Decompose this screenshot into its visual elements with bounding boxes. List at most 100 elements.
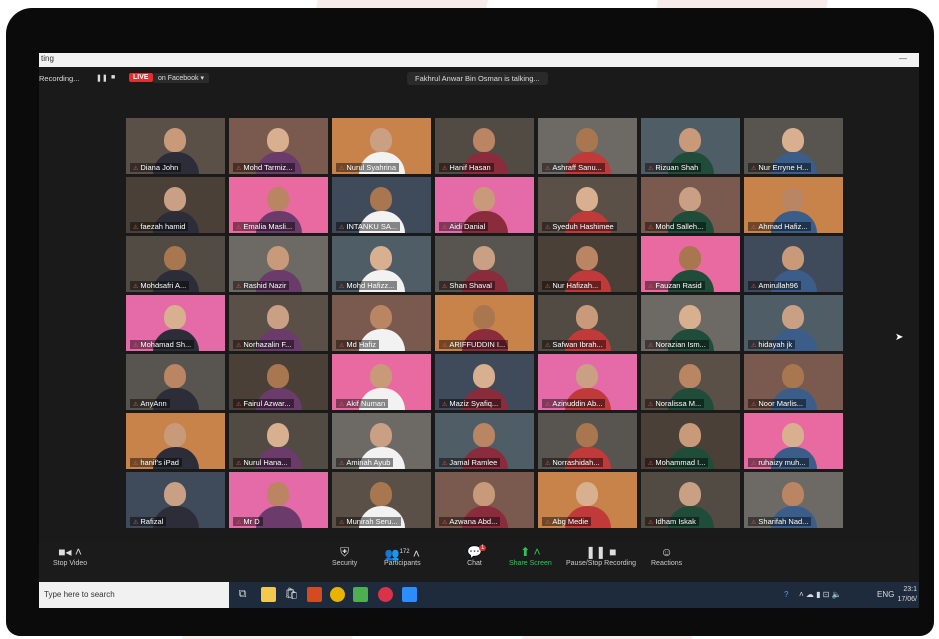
muted-mic-icon: ⚠ <box>648 461 654 467</box>
muted-mic-icon: ⚠ <box>648 402 654 408</box>
participant-name: ⚠ AnyAnn <box>130 399 170 408</box>
participant-tile[interactable]: ⚠ Aidi Danial <box>435 177 534 233</box>
reactions-button[interactable]: ☺ Reactions <box>651 545 682 567</box>
participant-tile[interactable]: ⚠ Aminah Ayub <box>332 413 431 469</box>
muted-mic-icon: ⚠ <box>442 520 448 526</box>
participant-tile[interactable]: ⚠ Norrashidah... <box>538 413 637 469</box>
taskbar-clock[interactable]: 23:1 17/06/ <box>898 585 917 605</box>
participant-tile[interactable]: ⚠ Nurul Syahrina <box>332 118 431 174</box>
participant-tile[interactable]: ⚠ ruhaizy muh... <box>744 413 843 469</box>
participant-tile[interactable]: ⚠ Maziz Syafiq... <box>435 354 534 410</box>
muted-mic-icon: ⚠ <box>648 284 654 290</box>
language-indicator[interactable]: ENG <box>877 590 894 599</box>
muted-mic-icon: ⚠ <box>442 461 448 467</box>
participant-tile[interactable]: ⚠ Mohd Hafizz... <box>332 236 431 292</box>
green-app-icon[interactable] <box>353 587 368 602</box>
participant-face <box>782 423 804 447</box>
participant-tile[interactable]: ⚠ Md Hafiz <box>332 295 431 351</box>
participant-tile[interactable]: ⚠ Shan Shaval <box>435 236 534 292</box>
participant-tile[interactable]: ⚠ Azinuddin Ab... <box>538 354 637 410</box>
participant-tile[interactable]: ⚠ hidayah jk <box>744 295 843 351</box>
participant-tile[interactable]: ⚠ Abg Medie <box>538 472 637 528</box>
participant-name-text: Aminah Ayub <box>346 458 391 467</box>
participants-button[interactable]: 👥172 ˄ Participants <box>384 545 421 567</box>
security-button[interactable]: ⛨ Security <box>332 545 357 567</box>
participant-tile[interactable]: ⚠ Fauzan Rasid <box>641 236 740 292</box>
participant-tile[interactable]: ⚠ Mr D <box>229 472 328 528</box>
chrome-icon[interactable] <box>330 587 345 602</box>
taskbar-search-box[interactable]: Type here to search <box>39 582 229 608</box>
stop-icon[interactable]: ■ <box>111 74 115 81</box>
participant-tile[interactable]: ⚠ Nur Erryne H... <box>744 118 843 174</box>
chat-button[interactable]: 💬 1 Chat <box>467 545 487 567</box>
participant-tile[interactable]: ⚠ Sharifah Nad... <box>744 472 843 528</box>
participant-tile[interactable]: ⚠ Mohd Salleh... <box>641 177 740 233</box>
task-view-icon[interactable]: ⧉ <box>235 587 250 602</box>
participant-tile[interactable]: ⚠ Azwana Abd... <box>435 472 534 528</box>
participant-face <box>679 246 701 270</box>
participant-tile[interactable]: ⚠ Mohdsafri A... <box>126 236 225 292</box>
participant-tile[interactable]: ⚠ Rashid Nazir <box>229 236 328 292</box>
participant-tile[interactable]: ⚠ Syeduh Hashimee <box>538 177 637 233</box>
participant-tile[interactable]: ⚠ faezah hamid <box>126 177 225 233</box>
participant-tile[interactable]: ⚠ Rizuan Shah <box>641 118 740 174</box>
muted-mic-icon: ⚠ <box>545 343 551 349</box>
participant-tile[interactable]: ⚠ Mohamad Sh... <box>126 295 225 351</box>
mouse-cursor-icon: ➤ <box>895 332 904 343</box>
participant-tile[interactable]: ⚠ hanif's iPad <box>126 413 225 469</box>
stream-target-dropdown[interactable]: on Facebook ▾ <box>153 73 209 83</box>
participant-tile[interactable]: ⚠ Idham Iskak <box>641 472 740 528</box>
red-app-icon[interactable] <box>378 587 393 602</box>
pause-stop-icon: ❚❚ ■ <box>585 545 617 559</box>
participant-tile[interactable]: ⚠ Nur Hafizah... <box>538 236 637 292</box>
participant-name: ⚠ Md Hafiz <box>336 340 379 349</box>
participant-name-text: Nurul Hana... <box>243 458 288 467</box>
participant-tile[interactable]: ⚠ Safwan Ibrah... <box>538 295 637 351</box>
participant-name-text: Ashraff Sanu... <box>552 163 602 172</box>
search-placeholder: Type here to search <box>44 590 115 599</box>
participant-tile[interactable]: ⚠ Hanif Hasan <box>435 118 534 174</box>
participant-tile[interactable]: ⚠ Emalia Masli... <box>229 177 328 233</box>
store-icon[interactable]: 🛍 <box>284 587 299 602</box>
participant-tile[interactable]: ⚠ Noralissa M... <box>641 354 740 410</box>
system-tray-icons[interactable]: ˄ ☁ ▮ ⊡ 🔈 <box>799 590 842 599</box>
participant-tile[interactable]: ⚠ Ahmad Hafiz... <box>744 177 843 233</box>
participant-tile[interactable]: ⚠ Mohd Tarmiz... <box>229 118 328 174</box>
live-badge[interactable]: LIVE <box>129 73 153 82</box>
stop-video-button[interactable]: ■◂ ˄ Stop Video <box>53 545 87 567</box>
pause-recording-button[interactable]: ❚❚ ■ Pause/Stop Recording <box>566 545 636 567</box>
file-explorer-icon[interactable] <box>261 587 276 602</box>
participant-name: ⚠ Idham Iskak <box>645 517 699 526</box>
participant-tile[interactable]: ⚠ Akif Numan <box>332 354 431 410</box>
share-screen-button[interactable]: ⬆ ˄ Share Screen <box>509 545 552 567</box>
participant-tile[interactable]: ⚠ Jamal Ramlee <box>435 413 534 469</box>
participant-tile[interactable]: ⚠ Fairul Azwar... <box>229 354 328 410</box>
muted-mic-icon: ⚠ <box>545 225 551 231</box>
pause-icon[interactable]: ❚❚ <box>96 74 108 82</box>
participant-tile[interactable]: ⚠ AnyAnn <box>126 354 225 410</box>
participant-name: ⚠ Noralissa M... <box>645 399 705 408</box>
help-icon[interactable]: ? <box>784 590 788 599</box>
muted-mic-icon: ⚠ <box>133 166 139 172</box>
participant-tile[interactable]: ⚠ Amirullah96 <box>744 236 843 292</box>
chat-label: Chat <box>467 560 482 567</box>
participant-tile[interactable]: ⚠ Norazian Ism... <box>641 295 740 351</box>
muted-mic-icon: ⚠ <box>751 520 757 526</box>
participant-name: ⚠ Hanif Hasan <box>439 163 494 172</box>
participant-tile[interactable]: ⚠ Munirah Seru... <box>332 472 431 528</box>
participant-tile[interactable]: ⚠ ARIFFUDDIN I... <box>435 295 534 351</box>
participant-tile[interactable]: ⚠ Norhazalin F... <box>229 295 328 351</box>
participant-tile[interactable]: ⚠ Mohammad I... <box>641 413 740 469</box>
muted-mic-icon: ⚠ <box>648 520 654 526</box>
zoom-app-icon[interactable] <box>402 587 417 602</box>
participant-name-text: Nurul Syahrina <box>346 163 396 172</box>
office-icon[interactable] <box>307 587 322 602</box>
minimize-icon[interactable]: — <box>899 54 907 63</box>
participant-tile[interactable]: ⚠ INTANKU SA... <box>332 177 431 233</box>
participant-tile[interactable]: ⚠ Ashraff Sanu... <box>538 118 637 174</box>
participant-tile[interactable]: ⚠ Rafizal <box>126 472 225 528</box>
participant-tile[interactable]: ⚠ Noor Marlis... <box>744 354 843 410</box>
participant-name-text: Nur Erryne H... <box>758 163 809 172</box>
participant-tile[interactable]: ⚠ Diana John <box>126 118 225 174</box>
participant-tile[interactable]: ⚠ Nurul Hana... <box>229 413 328 469</box>
